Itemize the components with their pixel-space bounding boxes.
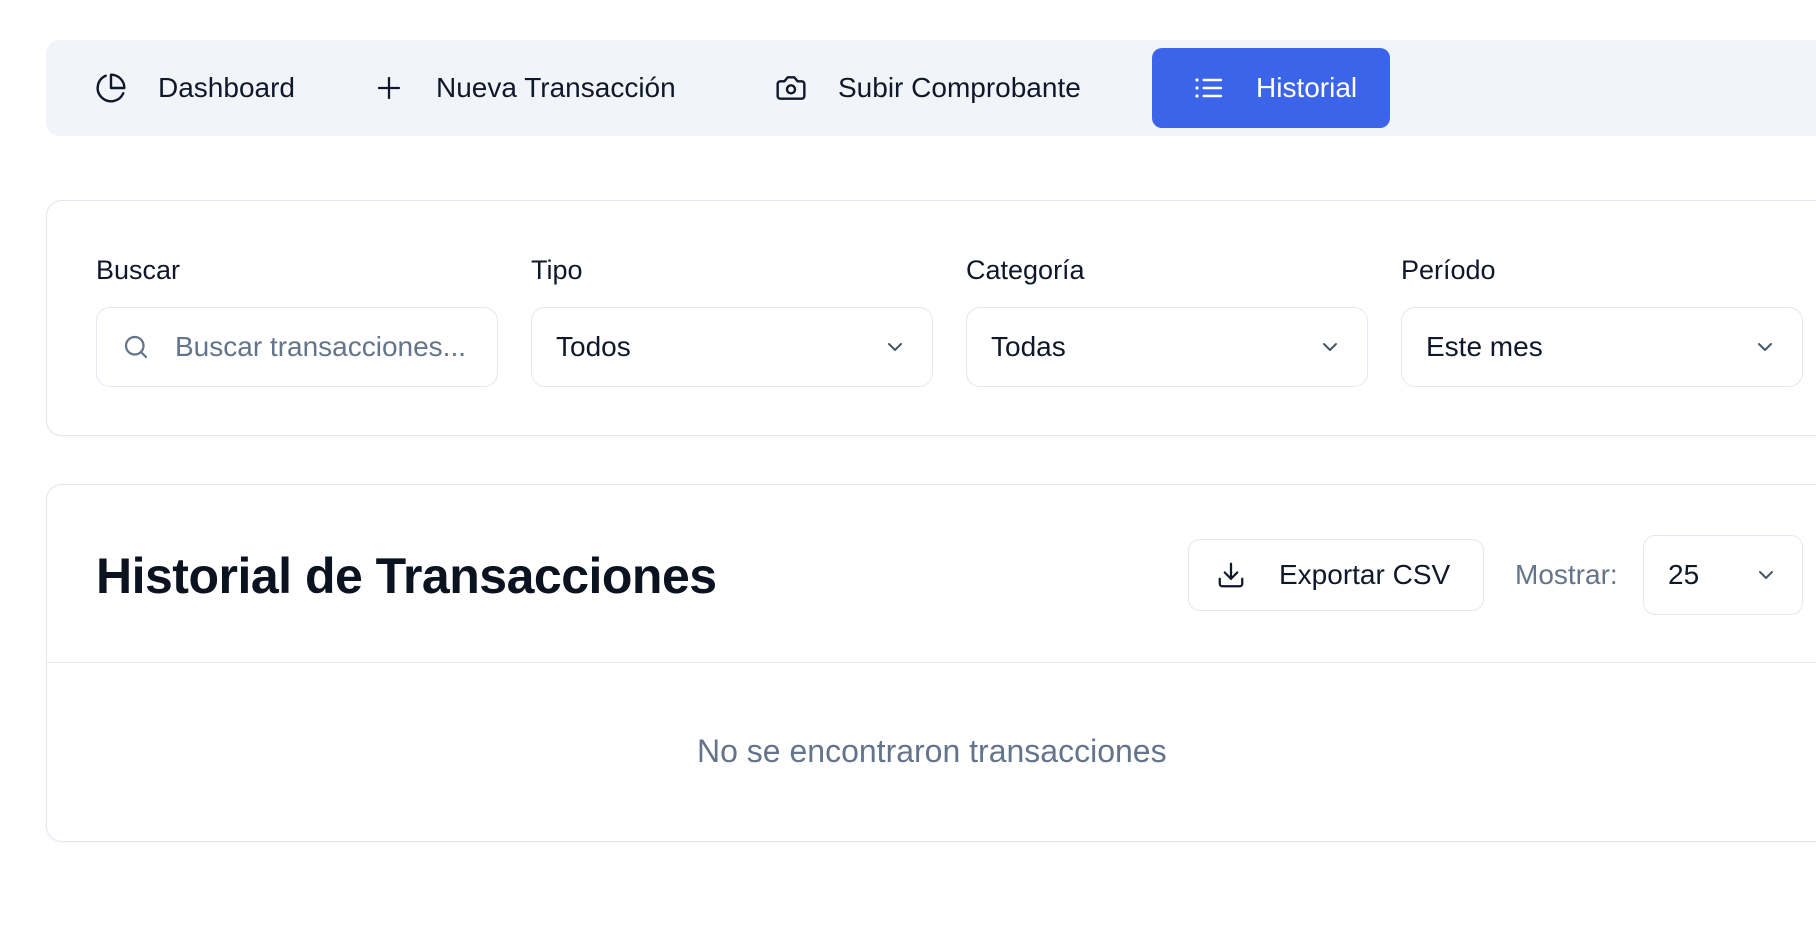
tab-subir-comprobante-label: Subir Comprobante bbox=[838, 72, 1081, 103]
history-card: Historial de Transacciones Exportar CSV … bbox=[46, 484, 1816, 842]
page-size-label: Mostrar: bbox=[1515, 559, 1618, 590]
plus-icon bbox=[372, 71, 406, 105]
page-size-select[interactable]: 25 bbox=[1643, 535, 1803, 615]
filters-card: Buscar Tipo Todos Categorí bbox=[46, 200, 1816, 436]
list-icon bbox=[1192, 71, 1226, 105]
search-box[interactable] bbox=[96, 307, 498, 387]
tab-dashboard-label: Dashboard bbox=[158, 72, 295, 103]
search-field: Buscar bbox=[96, 253, 500, 387]
chevron-down-icon bbox=[1754, 563, 1778, 587]
camera-icon bbox=[774, 71, 808, 105]
page-size-value: 25 bbox=[1668, 559, 1700, 590]
tab-nueva-transaccion-label: Nueva Transacción bbox=[436, 72, 676, 103]
period-select-value: Este mes bbox=[1426, 331, 1543, 362]
tab-subir-comprobante[interactable]: Subir Comprobante bbox=[734, 48, 1152, 128]
history-header: Historial de Transacciones Exportar CSV … bbox=[47, 485, 1816, 663]
type-field: Tipo Todos bbox=[531, 253, 935, 387]
download-icon bbox=[1215, 559, 1247, 591]
app-root: Dashboard Nueva Transacción Subir Compro… bbox=[0, 0, 1816, 940]
type-label: Tipo bbox=[531, 255, 583, 285]
chevron-down-icon bbox=[882, 334, 908, 360]
category-label: Categoría bbox=[966, 255, 1085, 285]
main-nav: Dashboard Nueva Transacción Subir Compro… bbox=[46, 40, 1816, 136]
category-select[interactable]: Todas bbox=[966, 307, 1368, 387]
tab-historial[interactable]: Historial bbox=[1152, 48, 1390, 128]
pie-chart-icon bbox=[94, 71, 128, 105]
search-input[interactable] bbox=[175, 331, 475, 363]
period-select[interactable]: Este mes bbox=[1401, 307, 1803, 387]
search-icon bbox=[121, 332, 151, 362]
type-select-value: Todos bbox=[556, 331, 631, 362]
period-field: Período Este mes bbox=[1401, 253, 1805, 387]
category-select-value: Todas bbox=[991, 331, 1066, 362]
empty-message: No se encontraron transacciones bbox=[697, 733, 1167, 769]
chevron-down-icon bbox=[1752, 334, 1778, 360]
export-csv-button[interactable]: Exportar CSV bbox=[1188, 539, 1484, 611]
chevron-down-icon bbox=[1317, 334, 1343, 360]
period-label: Período bbox=[1401, 255, 1496, 285]
page-title: Historial de Transacciones bbox=[96, 548, 717, 604]
tab-nueva-transaccion[interactable]: Nueva Transacción bbox=[332, 48, 734, 128]
export-csv-label: Exportar CSV bbox=[1279, 559, 1451, 590]
tab-dashboard[interactable]: Dashboard bbox=[54, 48, 332, 128]
type-select[interactable]: Todos bbox=[531, 307, 933, 387]
search-label: Buscar bbox=[96, 255, 181, 285]
category-field: Categoría Todas bbox=[966, 253, 1370, 387]
tab-historial-label: Historial bbox=[1256, 72, 1358, 103]
